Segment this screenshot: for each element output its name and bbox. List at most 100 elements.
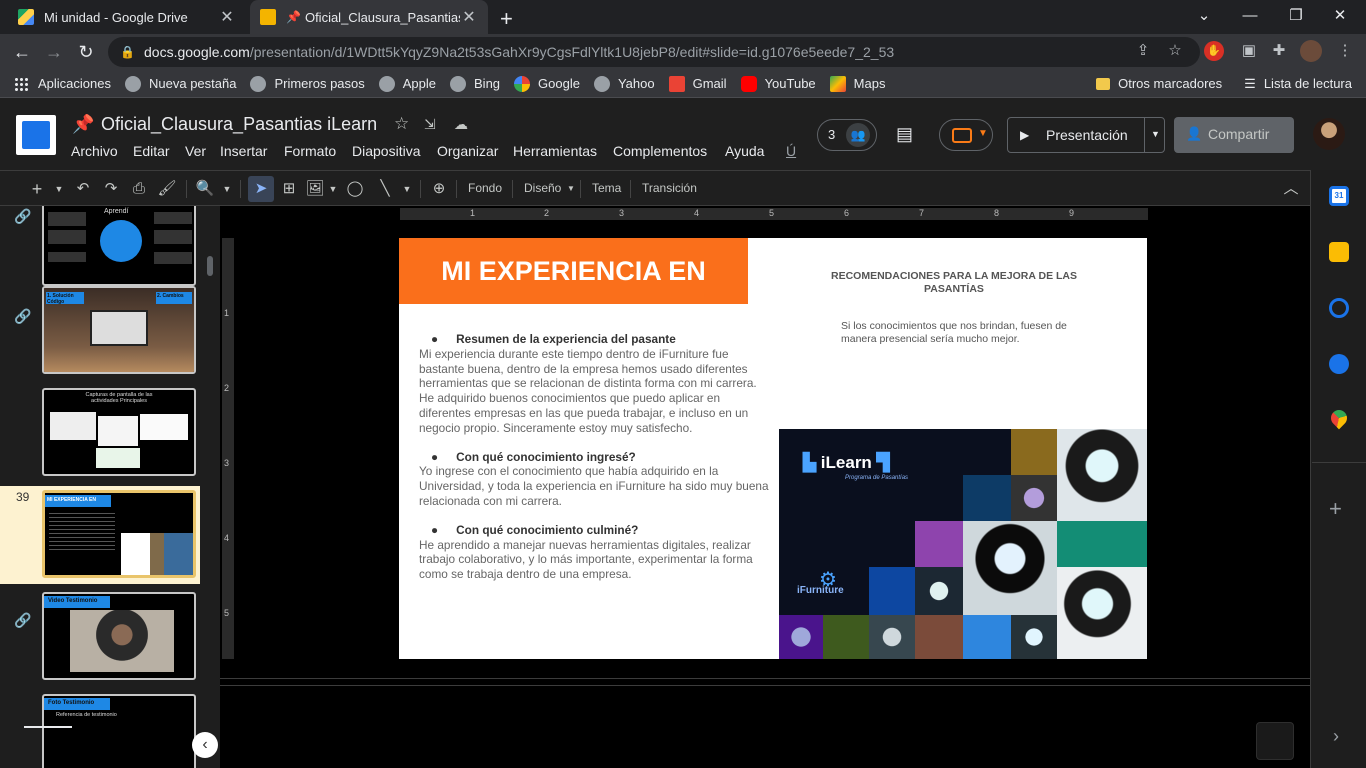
- background-button[interactable]: Fondo: [468, 181, 502, 195]
- collapse-filmstrip-icon[interactable]: ‹: [192, 732, 218, 758]
- explore-button[interactable]: [1256, 722, 1294, 760]
- keep-icon[interactable]: [1329, 242, 1349, 262]
- user-avatar[interactable]: [1313, 118, 1345, 150]
- paint-format-icon[interactable]: 🖌: [156, 178, 178, 200]
- extension-icon[interactable]: ▣: [1238, 40, 1260, 62]
- tab-slides[interactable]: 📌 Oficial_Clausura_Pasantias iLe ✕: [250, 0, 488, 34]
- url-path: /presentation/d/1WDtt5kYqyZ9Na2t53sGahXr…: [249, 44, 895, 60]
- add-addon-icon[interactable]: +: [1329, 496, 1342, 522]
- add-comment-icon[interactable]: ⊕: [428, 178, 450, 200]
- menu-organizar[interactable]: Organizar: [437, 143, 498, 159]
- tab-google-drive[interactable]: Mi unidad - Google Drive ✕: [8, 0, 246, 34]
- layout-button[interactable]: Diseño: [524, 181, 561, 195]
- recommendations-heading[interactable]: RECOMENDACIONES PARA LA MEJORA DE LAS PA…: [829, 270, 1079, 296]
- minimize-icon[interactable]: —: [1228, 4, 1272, 28]
- bookmark-google[interactable]: Google: [514, 75, 580, 92]
- restore-icon[interactable]: ❐: [1274, 4, 1318, 28]
- menu-ver[interactable]: Ver: [185, 143, 206, 159]
- speaker-notes-divider[interactable]: [220, 678, 1310, 686]
- tasks-icon[interactable]: [1329, 298, 1349, 318]
- new-slide-icon[interactable]: +: [26, 178, 48, 200]
- recommendations-text[interactable]: Si los conocimientos que nos brindan, fu…: [841, 320, 1079, 345]
- menu-formato[interactable]: Formato: [284, 143, 336, 159]
- ilearn-collage-image[interactable]: ▙ iLearn ▜ Programa de Pasantías ⚙ iFurn…: [779, 429, 1147, 659]
- text-box-icon[interactable]: ⊞: [278, 178, 300, 200]
- contacts-icon[interactable]: [1329, 354, 1349, 374]
- undo-icon[interactable]: ↶: [72, 178, 94, 200]
- menu-diapositiva[interactable]: Diapositiva: [352, 143, 420, 159]
- redo-icon[interactable]: ↷: [100, 178, 122, 200]
- menu-last-edit[interactable]: Ú: [786, 143, 796, 159]
- zoom-icon[interactable]: 🔍: [194, 178, 216, 200]
- new-tab-button[interactable]: +: [500, 6, 513, 32]
- more-menu-icon[interactable]: ⋮: [1334, 40, 1356, 62]
- bookmark-apps[interactable]: Aplicaciones: [14, 76, 111, 91]
- collaborators-badge[interactable]: 3 👥: [817, 119, 877, 151]
- slide-thumbnail-current[interactable]: MI EXPERIENCIA EN: [42, 490, 196, 578]
- present-dropdown-icon[interactable]: ▼: [1151, 129, 1160, 139]
- bookmark-otros[interactable]: Otros marcadores: [1096, 76, 1222, 91]
- address-bar[interactable]: 🔒 docs.google.com/presentation/d/1WDtt5k…: [108, 37, 1200, 67]
- present-button[interactable]: ▶ Presentación ▼: [1007, 117, 1165, 153]
- move-folder-icon[interactable]: ⇲: [424, 116, 436, 133]
- experience-textbox[interactable]: ● Resumen de la experiencia del pasante M…: [419, 332, 769, 582]
- google-icon: [514, 75, 531, 92]
- share-button[interactable]: 👤 Compartir: [1174, 117, 1294, 153]
- bookmark-nueva-pestana[interactable]: Nueva pestaña: [125, 75, 236, 92]
- bookmark-bing[interactable]: Bing: [450, 75, 500, 92]
- slide-thumbnail[interactable]: 1. Solución Código 2. Cambios: [42, 286, 196, 374]
- close-window-icon[interactable]: ✕: [1318, 4, 1362, 28]
- slide-thumbnail[interactable]: Capturas de pantalla de las actividades …: [42, 388, 196, 476]
- bookmark-primeros-pasos[interactable]: Primeros pasos: [250, 75, 365, 92]
- menu-archivo[interactable]: Archivo: [71, 143, 118, 159]
- close-tab-icon[interactable]: ✕: [218, 7, 236, 27]
- chevron-down-icon[interactable]: ▼: [48, 178, 70, 200]
- bookmark-yahoo[interactable]: Yahoo: [593, 75, 655, 92]
- menu-complementos[interactable]: Complementos: [613, 143, 707, 159]
- comments-icon[interactable]: ▤: [896, 124, 913, 145]
- slides-logo[interactable]: [16, 115, 56, 155]
- select-cursor-icon[interactable]: ➤: [248, 176, 274, 202]
- bookmark-star-icon[interactable]: ☆: [1164, 40, 1186, 62]
- meet-button[interactable]: ▼: [939, 119, 993, 151]
- share-page-icon[interactable]: ⇪: [1132, 40, 1154, 62]
- maps-icon[interactable]: [1327, 406, 1351, 430]
- tab-search-icon[interactable]: ⌄: [1182, 4, 1226, 28]
- theme-button[interactable]: Tema: [592, 181, 621, 195]
- shape-icon[interactable]: ◯: [344, 178, 366, 200]
- reload-icon[interactable]: ↻: [74, 40, 98, 64]
- chevron-down-icon[interactable]: ▼: [560, 178, 582, 200]
- chevron-down-icon[interactable]: ▼: [322, 178, 344, 200]
- bookmark-maps[interactable]: Maps: [829, 75, 885, 92]
- menu-ayuda[interactable]: Ayuda: [725, 143, 764, 159]
- forward-icon[interactable]: →: [42, 40, 66, 64]
- current-slide[interactable]: MI EXPERIENCIA EN RECOMENDACIONES PARA L…: [399, 238, 1147, 659]
- bookmark-youtube[interactable]: YouTube: [740, 75, 816, 92]
- menu-herramientas[interactable]: Herramientas: [513, 143, 597, 159]
- menu-editar[interactable]: Editar: [133, 143, 170, 159]
- line-icon[interactable]: ╲: [374, 178, 396, 200]
- transition-button[interactable]: Transición: [642, 181, 697, 195]
- back-icon[interactable]: ←: [10, 40, 34, 64]
- bookmark-gmail[interactable]: Gmail: [668, 75, 727, 92]
- bookmark-apple[interactable]: Apple: [378, 75, 436, 92]
- print-icon[interactable]: ⎙: [128, 178, 150, 200]
- bookmark-lista-lectura[interactable]: ☰ Lista de lectura: [1244, 76, 1352, 92]
- extension-adblock-icon[interactable]: ✋: [1204, 41, 1224, 61]
- collapse-toolbar-icon[interactable]: ︿: [1280, 178, 1302, 200]
- slide-title[interactable]: MI EXPERIENCIA EN: [399, 256, 748, 287]
- expand-panel-icon[interactable]: ›: [1333, 726, 1339, 747]
- document-title[interactable]: Oficial_Clausura_Pasantias iLearn: [101, 114, 377, 135]
- chevron-down-icon[interactable]: ▼: [396, 178, 418, 200]
- extensions-puzzle-icon[interactable]: ✚: [1268, 40, 1290, 62]
- profile-avatar[interactable]: [1300, 40, 1322, 62]
- chevron-down-icon[interactable]: ▼: [216, 178, 238, 200]
- slide-thumbnail[interactable]: Foto Testimonio Referencia de testimonio: [42, 694, 196, 768]
- slide-thumbnail[interactable]: Video Testimonio: [42, 592, 196, 680]
- menu-insertar[interactable]: Insertar: [220, 143, 267, 159]
- calendar-icon[interactable]: 31: [1329, 186, 1349, 206]
- star-icon[interactable]: ☆: [394, 114, 409, 134]
- slide-thumbnail[interactable]: Aprendí: [42, 206, 196, 286]
- filmstrip-scrollbar[interactable]: [207, 256, 213, 276]
- close-tab-icon[interactable]: ✕: [460, 7, 478, 27]
